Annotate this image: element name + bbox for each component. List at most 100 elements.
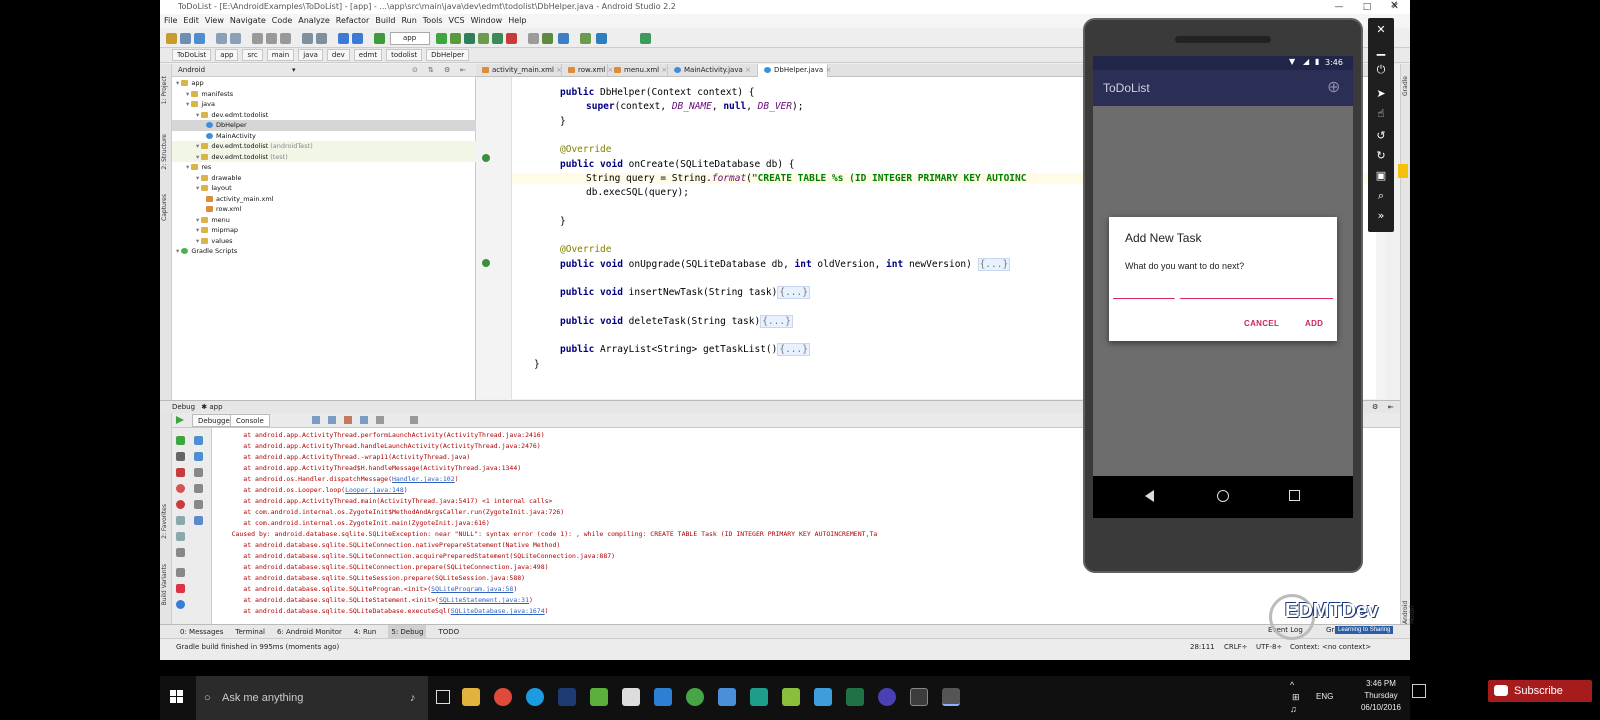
pause-icon[interactable]: [176, 452, 185, 461]
console-link[interactable]: SQLiteStatement.java:31: [439, 596, 529, 604]
soft-wrap-icon[interactable]: [194, 468, 203, 477]
up-stack-icon[interactable]: [194, 436, 203, 445]
bottom-tab[interactable]: 6: Android Monitor: [277, 625, 342, 638]
tree-item[interactable]: ▾ dev.edmt.todolist: [172, 110, 476, 121]
bottom-tab[interactable]: 4: Run: [354, 625, 376, 638]
menu-item-view[interactable]: View: [205, 14, 224, 28]
task-view-icon[interactable]: [436, 690, 450, 704]
scroll-to-end-icon[interactable]: [194, 484, 203, 493]
breadcrumb-item[interactable]: java: [298, 49, 323, 61]
more-icon[interactable]: »: [1373, 208, 1389, 224]
action-center-icon[interactable]: [1412, 684, 1426, 698]
override-marker-icon[interactable]: [482, 259, 490, 267]
close-icon[interactable]: [176, 584, 185, 593]
power-icon[interactable]: ⏻: [1373, 62, 1389, 78]
layout-icon[interactable]: [176, 532, 185, 541]
phone-icon[interactable]: [622, 688, 640, 706]
coverage-icon[interactable]: [492, 33, 503, 44]
bottom-tab[interactable]: Terminal: [235, 625, 265, 638]
attach-debugger-icon[interactable]: [464, 33, 475, 44]
minimize-button[interactable]: —: [1325, 0, 1353, 14]
windows-start-icon[interactable]: [170, 690, 184, 704]
microphone-icon[interactable]: ♪: [410, 676, 416, 720]
hide-icon[interactable]: ⇤: [460, 64, 466, 77]
run-config-select[interactable]: app: [390, 32, 430, 45]
console-link[interactable]: SQLiteProgram.java:58: [431, 585, 513, 593]
console-link[interactable]: SQLiteDatabase.java:1674: [451, 607, 545, 615]
override-marker-icon[interactable]: [482, 154, 490, 162]
back-icon[interactable]: [338, 33, 349, 44]
tree-item[interactable]: DbHelper: [172, 120, 476, 131]
step-over-icon[interactable]: [312, 416, 320, 424]
tree-item[interactable]: ▾ app: [172, 78, 476, 89]
breadcrumb-item[interactable]: app: [215, 49, 239, 61]
tree-item[interactable]: ▾ drawable: [172, 173, 476, 184]
breadcrumb-item[interactable]: todolist: [386, 49, 423, 61]
tree-item[interactable]: MainActivity: [172, 131, 476, 142]
android-studio-icon[interactable]: [686, 688, 704, 706]
breadcrumb-item[interactable]: DbHelper: [426, 49, 470, 61]
android-device-monitor-icon[interactable]: [580, 33, 591, 44]
breadcrumb-item[interactable]: src: [242, 49, 263, 61]
line-separator[interactable]: CRLF÷: [1224, 639, 1248, 655]
help-icon[interactable]: [176, 600, 185, 609]
skype-icon[interactable]: [526, 688, 544, 706]
tree-item[interactable]: ▾ values: [172, 236, 476, 247]
back-icon[interactable]: [1145, 490, 1154, 502]
add-icon[interactable]: ⊕: [1327, 70, 1340, 106]
bottom-tab[interactable]: 5: Debug: [388, 625, 427, 638]
tree-item[interactable]: activity_main.xml: [172, 194, 476, 205]
console-link[interactable]: Handler.java:102: [392, 475, 455, 483]
close-icon[interactable]: ×: [659, 66, 667, 74]
find-icon[interactable]: [302, 33, 313, 44]
gradle-tool-tab[interactable]: Gradle: [1402, 76, 1409, 96]
force-step-into-icon[interactable]: [344, 416, 352, 424]
editor-tab[interactable]: DbHelper.java ×: [758, 64, 831, 77]
close-icon[interactable]: ✕: [1373, 22, 1389, 38]
copy-icon[interactable]: [266, 33, 277, 44]
pin-icon[interactable]: [176, 568, 185, 577]
home-icon[interactable]: [1217, 490, 1229, 502]
tree-item[interactable]: ▾ dev.edmt.todolist (androidTest): [172, 141, 476, 152]
recents-icon[interactable]: [1289, 490, 1300, 501]
project-view-select[interactable]: Android ▾ ⊙ ⇅ ⚙ ⇤: [172, 64, 476, 77]
menu-item-tools[interactable]: Tools: [423, 14, 443, 28]
pointer-icon[interactable]: ➤: [1373, 86, 1389, 102]
notification-chevron-icon[interactable]: ^: [1290, 680, 1294, 690]
menu-item-code[interactable]: Code: [272, 14, 292, 28]
breakpoints-icon[interactable]: [176, 484, 185, 493]
captures-tool-tab[interactable]: Captures: [161, 194, 168, 221]
rotate-left-icon[interactable]: ↺: [1373, 128, 1389, 144]
monitor-icon[interactable]: [718, 688, 736, 706]
sync-icon[interactable]: ⊙: [412, 64, 418, 77]
tree-item[interactable]: ▾ manifests: [172, 89, 476, 100]
menu-item-file[interactable]: File: [164, 14, 177, 28]
cut-icon[interactable]: [252, 33, 263, 44]
rotate-right-icon[interactable]: ↻: [1373, 148, 1389, 164]
evaluate-icon[interactable]: [410, 416, 418, 424]
store-icon[interactable]: [654, 688, 672, 706]
touch-icon[interactable]: ☝: [1373, 106, 1389, 122]
cancel-button[interactable]: CANCEL: [1244, 319, 1279, 328]
tree-item[interactable]: ▾ menu: [172, 215, 476, 226]
undo-icon[interactable]: [216, 33, 227, 44]
caret-position[interactable]: 28:111: [1190, 639, 1215, 655]
breadcrumb-item[interactable]: edmt: [353, 49, 383, 61]
chrome-icon[interactable]: [494, 688, 512, 706]
menu-item-refactor[interactable]: Refactor: [336, 14, 370, 28]
eclipse-icon[interactable]: [878, 688, 896, 706]
replace-icon[interactable]: [316, 33, 327, 44]
tree-item[interactable]: ▾ java: [172, 99, 476, 110]
resume-icon[interactable]: [176, 436, 185, 445]
redo-icon[interactable]: [230, 33, 241, 44]
emulator-app-icon[interactable]: [942, 688, 960, 706]
editor-tab[interactable]: row.xml ×: [562, 64, 613, 77]
get-thread-dump-icon[interactable]: [176, 516, 185, 525]
tree-item[interactable]: ▾ res: [172, 162, 476, 173]
breadcrumb-item[interactable]: ToDoList: [172, 49, 212, 61]
sdk-manager-icon[interactable]: [558, 33, 569, 44]
collapse-icon[interactable]: ⇅: [428, 64, 434, 77]
tree-item[interactable]: ▾ layout: [172, 183, 476, 194]
clock[interactable]: 3:46 PM Thursday 06/10/2016: [1356, 678, 1406, 714]
tree-item[interactable]: ▾ dev.edmt.todolist (test): [172, 151, 476, 162]
